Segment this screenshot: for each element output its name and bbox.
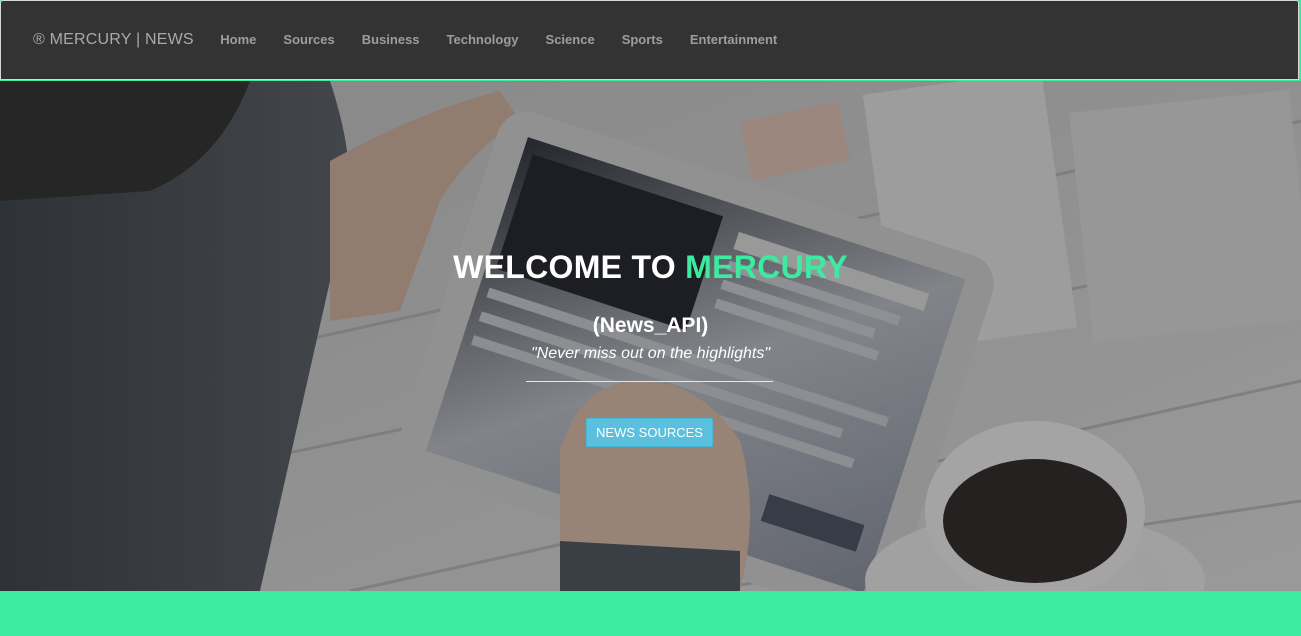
hero-headline-accent: MERCURY <box>685 249 848 285</box>
brand-logo-link[interactable]: ® MERCURY | NEWS <box>33 31 194 49</box>
hero-subtitle: (News_API) <box>592 314 709 337</box>
main-nav: Home Sources Business Technology Science… <box>207 0 791 80</box>
nav-link-sports[interactable]: Sports <box>608 0 676 80</box>
nav-link-technology[interactable]: Technology <box>433 0 532 80</box>
top-navbar: ® MERCURY | NEWS Home Sources Business T… <box>0 0 1299 80</box>
nav-item-sports: Sports <box>608 0 676 80</box>
nav-link-sources[interactable]: Sources <box>270 0 348 80</box>
hero-headline-prefix: WELCOME TO <box>453 249 686 285</box>
nav-link-business[interactable]: Business <box>348 0 433 80</box>
nav-item-technology: Technology <box>433 0 532 80</box>
nav-item-home: Home <box>207 0 270 80</box>
accent-footer-band <box>0 591 1301 636</box>
nav-item-entertainment: Entertainment <box>676 0 790 80</box>
nav-item-science: Science <box>532 0 608 80</box>
nav-link-entertainment[interactable]: Entertainment <box>676 0 790 80</box>
nav-item-business: Business <box>348 0 433 80</box>
hero-divider <box>526 381 773 382</box>
nav-link-home[interactable]: Home <box>207 0 270 80</box>
hero-tagline: "Never miss out on the highlights" <box>530 345 771 362</box>
news-sources-button[interactable]: NEWS SOURCES <box>586 418 713 447</box>
hero-headline: WELCOME TO MERCURY <box>0 249 1301 286</box>
hero-section: WELCOME TO MERCURY (News_API) "Never mis… <box>0 81 1301 591</box>
nav-link-science[interactable]: Science <box>532 0 608 80</box>
nav-item-sources: Sources <box>270 0 348 80</box>
